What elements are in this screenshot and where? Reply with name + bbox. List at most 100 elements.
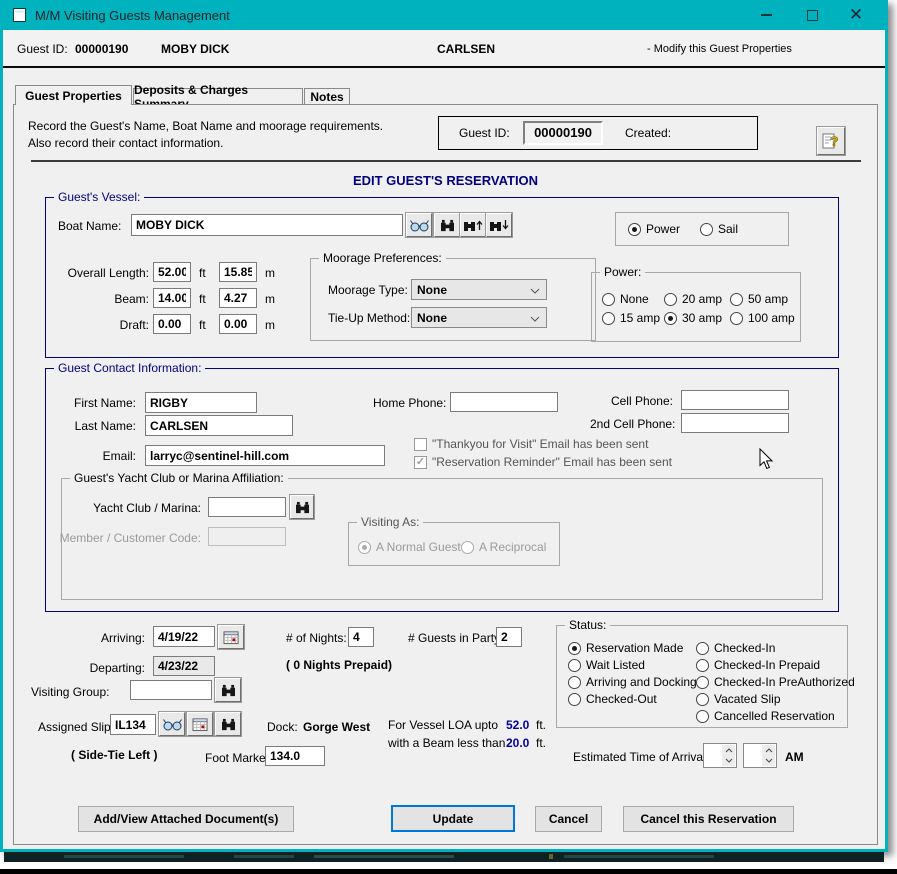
- attach-documents-button[interactable]: Add/View Attached Document(s): [78, 806, 294, 832]
- radio-status-checked-in-prepaid[interactable]: Checked-In Prepaid: [696, 658, 820, 672]
- checkbox-icon: [414, 438, 427, 451]
- yacht-club-input[interactable]: [208, 497, 286, 517]
- home-phone-label: Home Phone:: [373, 396, 446, 410]
- tab-deposits-charges[interactable]: Deposits & Charges Summary: [133, 88, 303, 105]
- cancel-button[interactable]: Cancel: [535, 806, 602, 832]
- search-up-button[interactable]: [460, 213, 486, 237]
- chevron-up-icon: [765, 748, 773, 753]
- visiting-group-input[interactable]: [130, 680, 212, 700]
- search-boat-button[interactable]: [434, 213, 460, 237]
- radio-status-vacated-slip[interactable]: Vacated Slip: [696, 692, 781, 706]
- cell2-input[interactable]: [681, 413, 789, 433]
- search-down-button[interactable]: [486, 213, 512, 237]
- header-guest-id-value: 00000190: [75, 42, 128, 56]
- title-bar: M/M Visiting Guests Management ✕: [3, 0, 885, 30]
- home-phone-input[interactable]: [450, 392, 558, 412]
- guest-id-box: Guest ID: 00000190 Created:: [438, 116, 758, 150]
- update-button[interactable]: Update: [391, 805, 515, 832]
- assigned-slip-input[interactable]: [110, 714, 156, 735]
- thankyou-checkbox[interactable]: "Thankyou for Visit" Email has been sent: [414, 437, 648, 451]
- cancel-reservation-button[interactable]: Cancel this Reservation: [623, 806, 794, 832]
- radio-reciprocal[interactable]: A Reciprocal: [461, 540, 546, 554]
- radio-status-cancelled-reservation[interactable]: Cancelled Reservation: [696, 709, 835, 723]
- spinner-arrows[interactable]: [722, 745, 735, 766]
- beam-limit-value: 20.0: [506, 736, 529, 750]
- eta-minute-spinner[interactable]: [743, 743, 777, 768]
- radio-power-none[interactable]: None: [602, 292, 649, 306]
- slip-search-button[interactable]: [215, 712, 241, 736]
- tab-notes[interactable]: Notes: [304, 88, 350, 105]
- radio-dot: [358, 541, 371, 554]
- radio-sail[interactable]: Sail: [700, 222, 738, 236]
- first-name-input[interactable]: [145, 392, 257, 413]
- intro-divider: [31, 160, 861, 162]
- last-name-input[interactable]: [145, 415, 293, 436]
- yacht-club-search-button[interactable]: [290, 495, 314, 519]
- radio-normal-guest[interactable]: A Normal Guest: [358, 540, 461, 554]
- radio-dot: [602, 312, 615, 325]
- background-window-strip: [4, 852, 884, 862]
- radio-power-100amp[interactable]: 100 amp: [730, 311, 795, 325]
- radio-status-reservation-made[interactable]: Reservation Made: [568, 641, 683, 655]
- eta-hour-spinner[interactable]: [703, 743, 737, 768]
- slip-calendar-button[interactable]: [187, 712, 213, 736]
- spinner-arrows[interactable]: [762, 745, 775, 766]
- help-button[interactable]: ?: [817, 127, 845, 155]
- moorage-type-select[interactable]: None: [411, 279, 547, 300]
- dock-value: Gorge West: [303, 720, 370, 734]
- reminder-checkbox[interactable]: "Reservation Reminder" Email has been se…: [414, 455, 672, 469]
- loa-value: 52.0: [506, 718, 529, 732]
- nights-input[interactable]: [348, 627, 374, 647]
- arriving-calendar-button[interactable]: [218, 625, 244, 649]
- visiting-group-search-button[interactable]: [215, 678, 241, 702]
- maximize-icon: [807, 10, 818, 21]
- calendar-icon: [192, 717, 209, 732]
- length-ft-input[interactable]: [153, 262, 191, 282]
- view-boat-button[interactable]: [406, 213, 432, 237]
- radio-status-wait-listed[interactable]: Wait Listed: [568, 658, 645, 672]
- status-group-label: Status:: [565, 618, 610, 632]
- radio-status-arriving-docking[interactable]: Arriving and Docking: [568, 675, 697, 689]
- maximize-button[interactable]: [795, 0, 829, 30]
- radio-power[interactable]: Power: [628, 222, 680, 236]
- beam-m-input[interactable]: [219, 288, 257, 308]
- slip-view-button[interactable]: [159, 712, 185, 736]
- tieup-select[interactable]: None: [411, 307, 547, 328]
- prepaid-text: ( 0 Nights Prepaid): [286, 658, 392, 672]
- radio-power-20amp[interactable]: 20 amp: [664, 292, 722, 306]
- visiting-as-label: Visiting As:: [357, 515, 423, 529]
- email-input[interactable]: [145, 445, 385, 466]
- radio-dot: [602, 293, 615, 306]
- chevron-down-icon: [530, 288, 540, 294]
- beam-ft-input[interactable]: [153, 288, 191, 308]
- draft-ft-input[interactable]: [153, 314, 191, 334]
- arriving-input[interactable]: [153, 626, 215, 647]
- length-m-unit: m: [265, 266, 275, 280]
- app-window: M/M Visiting Guests Management ✕ Guest I…: [0, 0, 888, 852]
- boat-name-input[interactable]: [131, 214, 403, 236]
- cell-phone-input[interactable]: [681, 390, 789, 410]
- power-group: Power:: [591, 272, 801, 342]
- radio-dot: [730, 312, 743, 325]
- draft-m-input[interactable]: [219, 314, 257, 334]
- radio-power-15amp[interactable]: 15 amp: [602, 311, 660, 325]
- radio-dot: [664, 293, 677, 306]
- tab-guest-properties[interactable]: Guest Properties: [15, 85, 132, 105]
- strip-mark: [564, 855, 714, 858]
- created-label: Created:: [625, 126, 671, 140]
- length-m-input[interactable]: [219, 262, 257, 282]
- radio-dot: [696, 659, 709, 672]
- close-button[interactable]: ✕: [839, 0, 873, 30]
- foot-marker-input[interactable]: [265, 746, 325, 766]
- radio-power-30amp[interactable]: 30 amp: [664, 311, 722, 325]
- intro-line1: Record the Guest's Name, Boat Name and m…: [28, 119, 383, 133]
- radio-status-checked-out[interactable]: Checked-Out: [568, 692, 657, 706]
- loa-unit: ft.: [536, 718, 546, 732]
- screen-edge-bar: [0, 869, 897, 874]
- minimize-button[interactable]: [749, 0, 783, 30]
- radio-power-50amp[interactable]: 50 amp: [730, 292, 788, 306]
- radio-status-checked-in[interactable]: Checked-In: [696, 641, 775, 655]
- radio-status-checked-in-preauthorized[interactable]: Checked-In PreAuthorized: [696, 675, 855, 689]
- guests-input[interactable]: [496, 627, 522, 647]
- draft-ft-unit: ft: [199, 318, 206, 332]
